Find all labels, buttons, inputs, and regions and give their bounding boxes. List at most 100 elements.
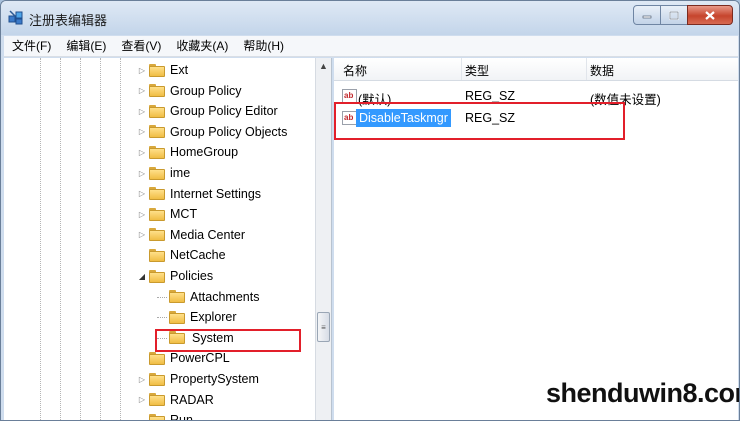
tree-node-label: Group Policy Editor [170,104,278,119]
folder-icon [149,145,165,159]
regedit-window: 注册表编辑器 文件(F) 编辑(E) 查看(V) 收藏夹(A) 帮助(H) ▷ E… [0,0,740,421]
expand-arrow-icon[interactable]: ▷ [137,189,147,198]
minimize-icon [642,15,652,19]
tree-node[interactable]: ▷ ime [137,163,190,183]
expand-arrow-icon[interactable]: ▷ [137,210,147,219]
folder-icon [169,310,185,324]
tree-node[interactable]: ▷ Group Policy Objects [137,122,288,142]
tree-node[interactable]: ▷ Media Center [137,225,245,245]
tree-node-label: Ext [170,63,189,77]
menu-edit[interactable]: 编辑(E) [58,36,113,56]
regedit-icon [8,10,23,25]
menu-view[interactable]: 查看(V) [113,36,168,56]
tree-node-label: Group Policy Objects [170,124,288,139]
column-divider[interactable] [586,58,587,80]
folder-icon [149,248,165,262]
key-tree-pane[interactable]: ▷ Ext ▷ Group Policy ▷ Group Policy Editor ▷ Gr… [4,58,332,421]
tree-guide-line [40,58,41,420]
tree-node-label: Explorer [190,310,237,325]
expand-arrow-icon[interactable]: ▷ [137,148,147,157]
tree-node[interactable]: ▷ HomeGroup [137,142,238,162]
tree-node-label: Group Policy [170,83,242,98]
expand-arrow-icon[interactable]: ▷ [137,66,147,75]
tree-node[interactable]: ▷ RADAR [137,390,214,410]
tree-node-label: NetCache [170,248,226,263]
folder-icon [149,269,165,283]
tree-guide-line [80,58,81,420]
tree-node-label: PowerCPL [170,351,230,366]
minimize-button[interactable] [633,5,661,25]
window-title: 注册表编辑器 [29,13,108,28]
tree-scrollbar[interactable]: ▲ ≡ [315,58,331,420]
tree-connector [157,307,167,319]
folder-icon [149,84,165,98]
tree-node[interactable]: Run [137,410,193,421]
tree-node[interactable]: ◢ Policies [137,266,213,286]
tree-node[interactable]: NetCache [137,245,226,265]
tree-node-label: HomeGroup [170,145,239,160]
maximize-button[interactable] [660,5,688,25]
folder-icon [149,393,165,407]
expand-arrow-icon[interactable]: ▷ [137,395,147,404]
tree-node-label: Run [170,413,193,421]
close-button[interactable] [687,5,733,25]
tree-node-label: Internet Settings [170,186,262,201]
folder-icon [149,125,165,139]
maximize-icon [669,10,679,20]
string-value-icon: ab [342,89,357,103]
value-type: REG_SZ [465,89,516,103]
tree-node[interactable]: ▷ PropertySystem [137,369,259,389]
folder-icon [149,372,165,386]
menu-file[interactable]: 文件(F) [4,36,58,56]
tree-node[interactable]: ▷ Group Policy Editor [137,101,278,121]
column-divider[interactable] [461,58,462,80]
close-icon [705,10,715,20]
expand-arrow-icon[interactable]: ▷ [137,230,147,239]
expand-arrow-icon[interactable]: ▷ [137,107,147,116]
expand-arrow-icon[interactable]: ▷ [137,127,147,136]
scrollbar-thumb[interactable]: ≡ [317,312,330,342]
folder-icon [149,413,165,420]
folder-icon [169,290,185,304]
column-name[interactable]: 名称 [343,62,367,79]
expanded-arrow-icon[interactable]: ◢ [137,272,147,281]
menu-favorites[interactable]: 收藏夹(A) [168,36,235,56]
disabletaskmgr-highlight-box [334,102,625,140]
folder-icon [149,104,165,118]
tree-node[interactable]: ▷ Ext [137,60,188,80]
title-bar[interactable]: 注册表编辑器 [1,1,739,35]
tree-node-label: MCT [170,207,198,222]
expand-arrow-icon[interactable]: ▷ [137,86,147,95]
system-key-highlight-box [155,329,301,352]
tree-guide-line [60,58,61,420]
tree-guide-line [120,58,121,420]
folder-icon [149,228,165,242]
column-data[interactable]: 数据 [590,62,614,79]
watermark: shenduwin8.com [546,378,740,408]
tree-node[interactable]: ▷ Group Policy [137,81,242,101]
column-type[interactable]: 类型 [465,62,489,79]
tree-guide-line [100,58,101,420]
tree-node[interactable]: Explorer [157,307,237,327]
tree-connector [157,287,167,298]
tree-node-label: Attachments [190,289,260,304]
folder-icon [149,351,165,365]
folder-icon [149,166,165,180]
expand-arrow-icon[interactable]: ▷ [137,169,147,178]
column-header: 名称 类型 数据 [334,58,738,81]
tree-node-label: PropertySystem [170,372,259,386]
tree-node-label: Media Center [170,227,246,242]
folder-icon [149,63,165,77]
tree-node-label: ime [170,166,191,180]
folder-icon [149,207,165,221]
tree-node-label: RADAR [170,392,214,407]
scroll-up-arrow-icon[interactable]: ▲ [319,61,328,71]
values-pane[interactable]: 名称 类型 数据 ab (默认) REG_SZ (数值未设置) ab Disab… [334,58,738,420]
tree-node[interactable]: ▷ Internet Settings [137,184,261,204]
folder-icon [149,187,165,201]
tree-node[interactable]: ▷ MCT [137,204,197,224]
menu-bar: 文件(F) 编辑(E) 查看(V) 收藏夹(A) 帮助(H) [4,36,738,57]
menu-help[interactable]: 帮助(H) [235,36,291,56]
tree-node[interactable]: Attachments [157,287,259,307]
expand-arrow-icon[interactable]: ▷ [137,375,147,384]
